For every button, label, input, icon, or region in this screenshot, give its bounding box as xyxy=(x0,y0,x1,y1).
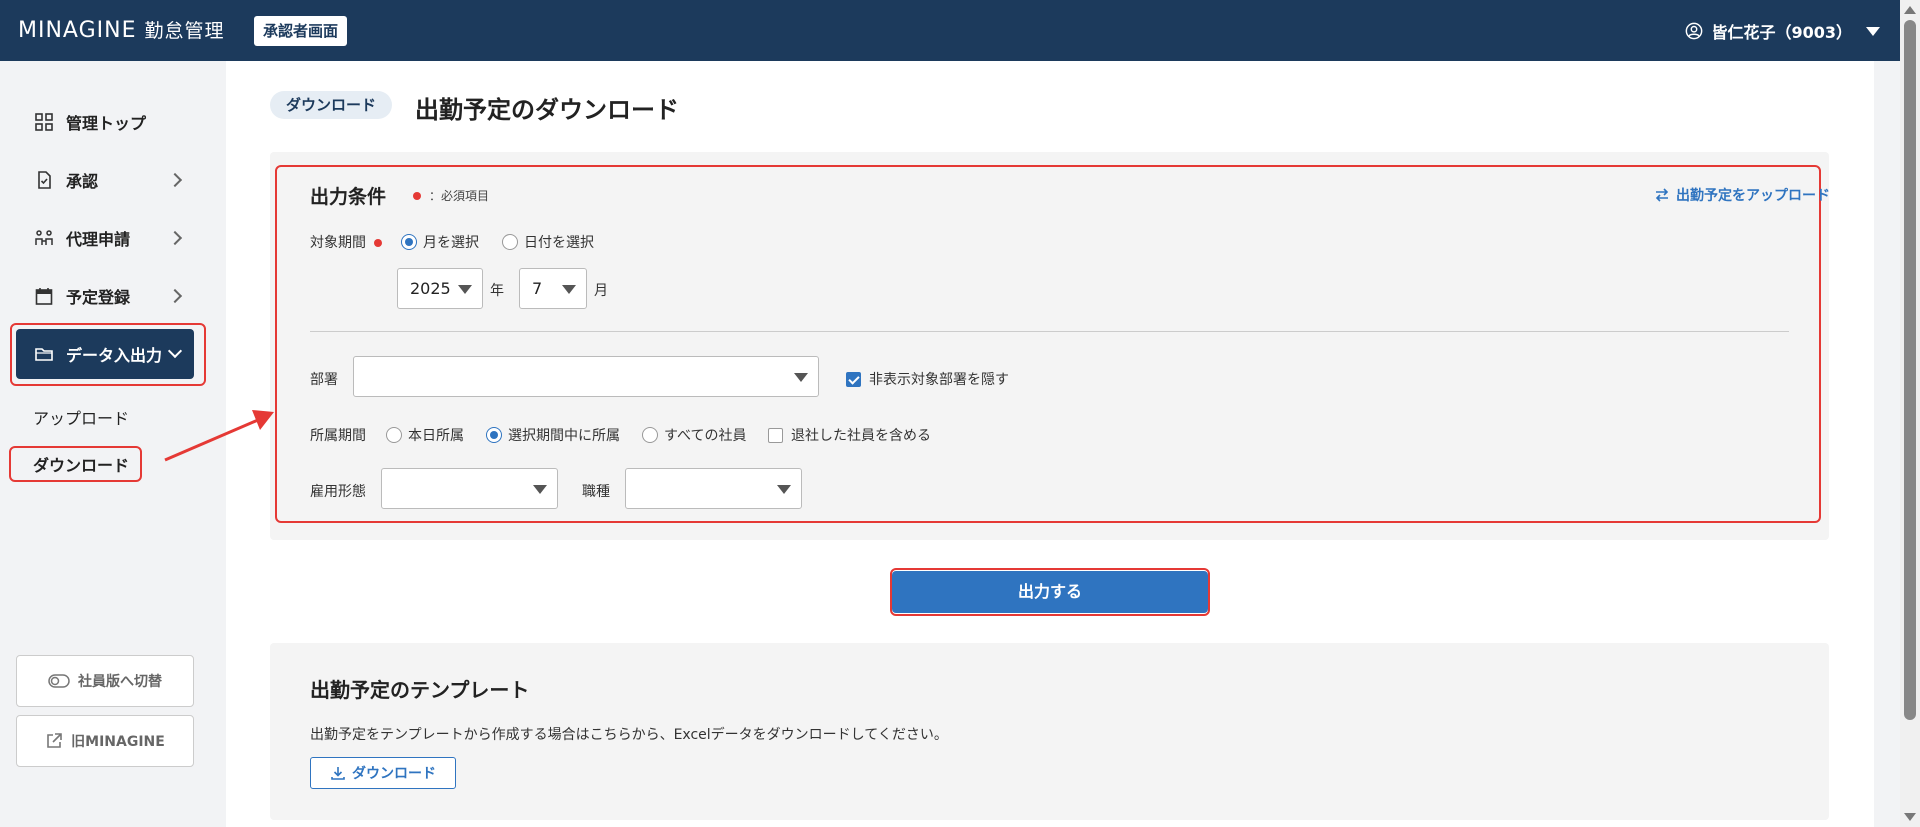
divider xyxy=(310,331,1789,332)
upload-link[interactable]: 出勤予定をアップロード xyxy=(1654,185,1830,205)
switch-to-employee-button[interactable]: 社員版へ切替 xyxy=(16,655,194,707)
document-check-icon xyxy=(38,171,51,189)
radio-today[interactable]: 本日所属 xyxy=(386,425,464,445)
upload-link-label: 出勤予定をアップロード xyxy=(1676,188,1830,204)
grid-icon xyxy=(35,113,53,131)
year-value: 2025 xyxy=(410,279,451,298)
period-label: 対象期間 xyxy=(310,232,383,252)
affiliation-label: 所属期間 xyxy=(310,428,366,444)
template-title: 出勤予定のテンプレート xyxy=(310,678,530,702)
radio-unchecked[interactable] xyxy=(502,234,518,250)
radio-checked[interactable] xyxy=(401,234,417,250)
app-logo[interactable]: MINAGINE 勤怠管理 xyxy=(18,16,225,43)
year-select[interactable]: 2025 xyxy=(397,268,483,309)
sidebar-item-approval[interactable]: 承認 xyxy=(16,155,194,205)
dropdown-arrow-icon xyxy=(777,485,791,494)
employment-type-label: 雇用形態 xyxy=(310,484,366,500)
user-name: 皆仁花子（9003） xyxy=(1711,23,1852,42)
download-icon xyxy=(331,767,345,780)
period-label-text: 対象期間 xyxy=(310,235,366,251)
old-label: 旧MINAGINE xyxy=(71,734,165,750)
top-bar: MINAGINE 勤怠管理 承認者画面 皆仁花子（9003） xyxy=(0,0,1900,61)
calendar-icon xyxy=(35,288,53,305)
scroll-down-icon[interactable] xyxy=(1904,813,1916,821)
chevron-right-icon xyxy=(167,230,183,246)
user-icon xyxy=(1686,22,1703,40)
radio-period[interactable]: 選択期間中に所属 xyxy=(486,425,620,445)
sidebar-item-label: 代理申請 xyxy=(66,230,131,249)
page-title: 出勤予定のダウンロード xyxy=(415,96,679,124)
conditions-title: 出力条件 xyxy=(310,186,387,208)
sidebar-subitem-download[interactable]: ダウンロード xyxy=(33,452,129,476)
user-menu[interactable]: 皆仁花子（9003） xyxy=(1685,19,1880,43)
radio-month[interactable]: 月を選択 xyxy=(401,232,479,252)
radio-month-label: 月を選択 xyxy=(423,235,479,251)
sidebar-item-schedule[interactable]: 予定登録 xyxy=(16,271,194,321)
radio-unchecked[interactable] xyxy=(386,427,402,443)
brand-product: 勤怠管理 xyxy=(144,20,225,42)
breadcrumb: ダウンロード xyxy=(270,91,393,119)
dropdown-arrow-icon xyxy=(458,285,472,294)
checkbox-checked[interactable] xyxy=(846,371,861,387)
sidebar-item-label: 管理トップ xyxy=(66,114,147,133)
radio-all-label: すべての社員 xyxy=(664,428,747,444)
swap-arrows-icon xyxy=(1655,188,1669,202)
old-minagine-button[interactable]: 旧MINAGINE xyxy=(16,715,194,767)
sidebar-subitem-upload[interactable]: アップロード xyxy=(33,405,129,429)
scroll-up-icon[interactable] xyxy=(1904,6,1916,14)
chevron-down-icon xyxy=(167,343,183,359)
content-scroll-track xyxy=(1874,61,1900,827)
dept-label: 部署 xyxy=(310,372,338,388)
hide-dept-checkbox[interactable]: 非表示対象部署を隠す xyxy=(846,369,1009,389)
hide-dept-label: 非表示対象部署を隠す xyxy=(869,372,1009,388)
sidebar-item-label: 予定登録 xyxy=(66,288,131,307)
sidebar-item-top[interactable]: 管理トップ xyxy=(16,97,194,147)
people-icon xyxy=(35,230,53,245)
job-type-select[interactable] xyxy=(625,468,802,509)
sidebar-item-label: データ入出力 xyxy=(66,346,163,365)
sidebar-item-data-io[interactable]: データ入出力 xyxy=(16,329,194,379)
radio-checked[interactable] xyxy=(486,427,502,443)
retired-label: 退社した社員を含める xyxy=(791,428,931,444)
window-scrollbar[interactable] xyxy=(1900,0,1920,827)
sidebar-item-proxy[interactable]: 代理申請 xyxy=(16,213,194,263)
output-button[interactable]: 出力する xyxy=(892,571,1208,613)
template-download-button[interactable]: ダウンロード xyxy=(310,757,456,789)
chevron-right-icon xyxy=(167,172,183,188)
checkbox-unchecked[interactable] xyxy=(768,427,783,443)
required-dot-icon xyxy=(413,191,421,200)
radio-unchecked[interactable] xyxy=(642,427,658,443)
dropdown-arrow-icon xyxy=(562,285,576,294)
switch-label: 社員版へ切替 xyxy=(78,674,162,690)
radio-date[interactable]: 日付を選択 xyxy=(502,232,594,252)
radio-today-label: 本日所属 xyxy=(408,428,464,444)
external-link-icon xyxy=(47,733,62,748)
month-select[interactable]: 7 xyxy=(519,268,587,309)
required-dot-icon xyxy=(374,239,383,247)
include-retired-checkbox[interactable]: 退社した社員を含める xyxy=(768,425,931,445)
required-note: ：必須項目 xyxy=(413,187,489,204)
role-badge: 承認者画面 xyxy=(254,16,348,46)
radio-date-label: 日付を選択 xyxy=(524,235,594,251)
department-select[interactable] xyxy=(353,356,819,397)
brand-name: MINAGINE xyxy=(18,18,137,43)
required-note-text: ：必須項目 xyxy=(429,189,490,203)
caret-down-icon xyxy=(1866,26,1880,36)
template-description: 出勤予定をテンプレートから作成する場合はこちらから、Excelデータをダウンロー… xyxy=(310,727,948,743)
year-unit: 年 xyxy=(490,283,504,299)
toggle-icon xyxy=(48,674,70,688)
folder-icon xyxy=(35,348,53,361)
download-label: ダウンロード xyxy=(352,766,436,782)
radio-period-label: 選択期間中に所属 xyxy=(508,428,620,444)
month-value: 7 xyxy=(532,279,543,298)
chevron-right-icon xyxy=(167,288,183,304)
employment-type-select[interactable] xyxy=(381,468,558,509)
dropdown-arrow-icon xyxy=(533,485,547,494)
sidebar-item-label: 承認 xyxy=(66,172,99,191)
radio-all[interactable]: すべての社員 xyxy=(642,425,746,445)
month-unit: 月 xyxy=(594,283,608,299)
scroll-thumb[interactable] xyxy=(1904,20,1916,720)
dropdown-arrow-icon xyxy=(794,373,808,382)
job-type-label: 職種 xyxy=(582,484,610,500)
